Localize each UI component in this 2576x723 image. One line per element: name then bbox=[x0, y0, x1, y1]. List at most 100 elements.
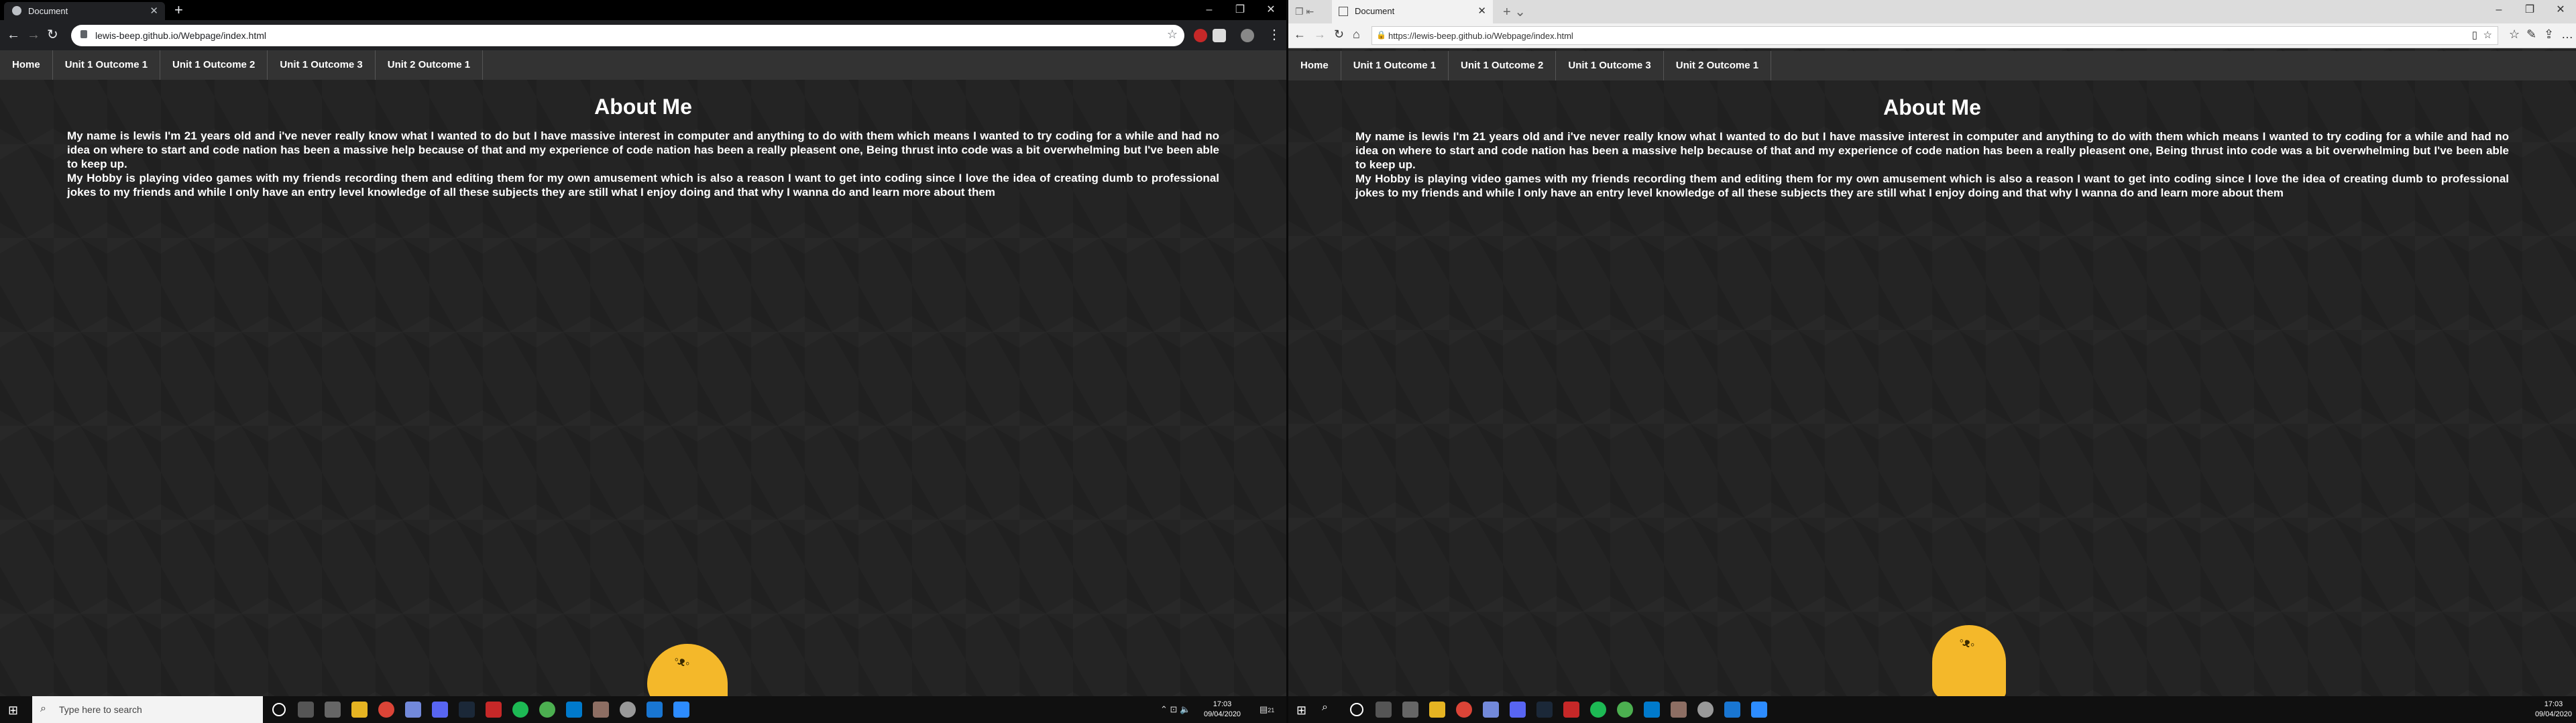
task-view-icon[interactable] bbox=[298, 702, 314, 718]
nav-u2o1[interactable]: Unit 2 Outcome 1 bbox=[1664, 51, 1772, 80]
restore-icon[interactable]: ❐ bbox=[1225, 0, 1255, 20]
mascot-blob: ◦ᴥ◦ bbox=[1932, 625, 2006, 699]
notification-count: 21 bbox=[1268, 707, 1275, 714]
discord-icon[interactable] bbox=[405, 702, 421, 718]
app-icon[interactable] bbox=[1402, 702, 1418, 718]
steam-icon[interactable] bbox=[1536, 702, 1553, 718]
website: Home Unit 1 Outcome 1 Unit 1 Outcome 2 U… bbox=[0, 50, 1286, 199]
steam-icon[interactable] bbox=[459, 702, 475, 718]
close-window-icon[interactable]: ✕ bbox=[1255, 0, 1286, 20]
lock-icon bbox=[80, 30, 87, 38]
chrome-tab[interactable]: Document ✕ bbox=[4, 2, 165, 20]
taskbar: ⊞ ⌕ Type here to search ⌃ ⊡ 🔈 17:03 09/0… bbox=[0, 696, 1286, 723]
zoom-icon[interactable] bbox=[673, 702, 689, 718]
notes-icon[interactable]: ✎ bbox=[2526, 27, 2536, 42]
taskbar-search[interactable]: ⌕ Type here to search bbox=[32, 696, 263, 723]
clock-date: 09/04/2020 bbox=[2534, 710, 2572, 718]
avatar[interactable] bbox=[1241, 29, 1254, 42]
app-icon[interactable] bbox=[1617, 702, 1633, 718]
task-view-icon[interactable] bbox=[1376, 702, 1392, 718]
bookmark-star-icon[interactable]: ☆ bbox=[1167, 27, 1178, 42]
back-icon[interactable]: ← bbox=[1294, 27, 1306, 42]
notifications-icon[interactable]: ▤21 bbox=[1259, 704, 1274, 715]
file-explorer-icon[interactable] bbox=[1429, 702, 1445, 718]
nav-home[interactable]: Home bbox=[0, 50, 53, 80]
nav-u1o1[interactable]: Unit 1 Outcome 1 bbox=[1341, 51, 1449, 80]
address-bar[interactable]: 🔒 https://lewis-beep.github.io/Webpage/i… bbox=[1371, 26, 2498, 45]
extension-icon[interactable] bbox=[1213, 29, 1226, 42]
restore-icon[interactable]: ❐ bbox=[2514, 0, 2545, 20]
address-bar[interactable]: lewis-beep.github.io/Webpage/index.html … bbox=[71, 25, 1184, 46]
search-placeholder: Type here to search bbox=[59, 704, 142, 715]
file-explorer-icon[interactable] bbox=[351, 702, 368, 718]
windows-start-icon[interactable]: ⊞ bbox=[1296, 704, 1306, 718]
spotify-icon[interactable] bbox=[1590, 702, 1606, 718]
cortana-icon[interactable] bbox=[1350, 703, 1363, 716]
share-icon[interactable]: ⇪ bbox=[2544, 27, 2554, 42]
chrome-icon[interactable] bbox=[1456, 702, 1472, 718]
minimize-icon[interactable]: – bbox=[1194, 0, 1225, 20]
close-window-icon[interactable]: ✕ bbox=[2545, 0, 2576, 20]
clock-date: 09/04/2020 bbox=[1204, 710, 1241, 718]
app-icon[interactable] bbox=[325, 702, 341, 718]
reload-icon[interactable]: ↻ bbox=[47, 27, 58, 43]
edge-icon[interactable] bbox=[647, 702, 663, 718]
new-tab-button[interactable]: + ⌄ bbox=[1503, 3, 1526, 20]
nav-u1o2[interactable]: Unit 1 Outcome 2 bbox=[1449, 51, 1557, 80]
favorite-star-icon[interactable]: ☆ bbox=[2483, 29, 2492, 41]
extension-icon[interactable] bbox=[1194, 29, 1207, 42]
vscode-icon[interactable] bbox=[1644, 702, 1660, 718]
calendar-icon[interactable] bbox=[486, 702, 502, 718]
nav-u1o2[interactable]: Unit 1 Outcome 2 bbox=[160, 50, 268, 80]
site-nav: Home Unit 1 Outcome 1 Unit 1 Outcome 2 U… bbox=[1288, 51, 2576, 80]
tab-actions-icon[interactable]: ❐ ⇤ bbox=[1295, 6, 1314, 17]
forward-icon[interactable]: → bbox=[27, 27, 40, 43]
nav-u1o3[interactable]: Unit 1 Outcome 3 bbox=[1556, 51, 1664, 80]
tab-title: Document bbox=[1355, 6, 1395, 16]
app-icon[interactable] bbox=[1510, 702, 1526, 718]
reading-view-icon[interactable]: ▯ bbox=[2472, 29, 2477, 41]
close-tab-icon[interactable]: ✕ bbox=[150, 5, 158, 17]
back-icon[interactable]: ← bbox=[7, 27, 20, 43]
page-icon bbox=[1339, 7, 1348, 16]
search-icon[interactable]: ⌕ bbox=[1322, 702, 1338, 718]
new-tab-button[interactable]: + bbox=[174, 1, 183, 19]
nav-home[interactable]: Home bbox=[1288, 51, 1341, 80]
page-title: About Me bbox=[1883, 95, 1981, 119]
discord-icon[interactable] bbox=[1483, 702, 1499, 718]
search-icon: ⌕ bbox=[40, 703, 46, 714]
minimize-icon[interactable]: – bbox=[2483, 0, 2514, 20]
edge-tab[interactable]: Document ✕ bbox=[1332, 0, 1493, 23]
calendar-icon[interactable] bbox=[1563, 702, 1579, 718]
nav-u1o3[interactable]: Unit 1 Outcome 3 bbox=[268, 50, 376, 80]
reload-icon[interactable]: ↻ bbox=[1334, 27, 1344, 42]
lock-icon: 🔒 bbox=[1376, 30, 1386, 40]
app-icon[interactable] bbox=[432, 702, 448, 718]
settings-icon[interactable] bbox=[1697, 702, 1714, 718]
app-icon[interactable] bbox=[539, 702, 555, 718]
home-icon[interactable]: ⌂ bbox=[1353, 27, 1360, 42]
zoom-icon[interactable] bbox=[1751, 702, 1767, 718]
right-monitor: ❐ ⇤ Document ✕ + ⌄ – ❐ ✕ ← → ↻ ⌂ 🔒 https:/… bbox=[1286, 0, 2576, 723]
forward-icon[interactable]: → bbox=[1314, 27, 1326, 42]
chrome-icon[interactable] bbox=[378, 702, 394, 718]
more-icon[interactable]: … bbox=[2561, 27, 2573, 42]
app-icon[interactable] bbox=[1671, 702, 1687, 718]
spotify-icon[interactable] bbox=[512, 702, 528, 718]
close-tab-icon[interactable]: ✕ bbox=[1477, 5, 1486, 17]
settings-icon[interactable] bbox=[620, 702, 636, 718]
right-clock[interactable]: 17:03 09/04/2020 bbox=[2535, 700, 2572, 720]
favorites-icon[interactable]: ☆ bbox=[2509, 27, 2520, 42]
menu-icon[interactable]: ⋮ bbox=[1268, 27, 1281, 43]
left-clock[interactable]: 17:03 09/04/2020 bbox=[1204, 700, 1241, 720]
windows-start-icon[interactable]: ⊞ bbox=[8, 704, 18, 718]
vscode-icon[interactable] bbox=[566, 702, 582, 718]
nav-u1o1[interactable]: Unit 1 Outcome 1 bbox=[53, 50, 161, 80]
about-text: My name is lewis I'm 21 years old and i'… bbox=[1355, 129, 2509, 200]
system-tray-icons[interactable]: ⌃ ⊡ 🔈 bbox=[1160, 704, 1190, 715]
clock-time: 17:03 bbox=[2544, 700, 2563, 708]
cortana-icon[interactable] bbox=[272, 703, 286, 716]
nav-u2o1[interactable]: Unit 2 Outcome 1 bbox=[376, 50, 484, 80]
edge-icon[interactable] bbox=[1724, 702, 1740, 718]
app-icon[interactable] bbox=[593, 702, 609, 718]
